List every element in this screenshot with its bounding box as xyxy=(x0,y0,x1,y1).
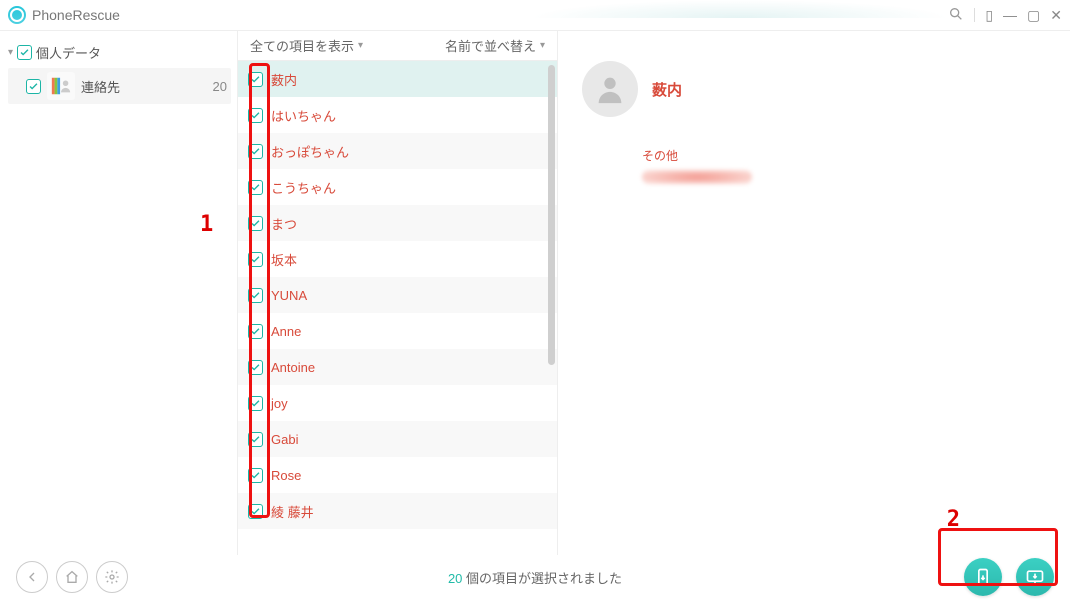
filter-dropdown[interactable]: 全ての項目を表示 ▾ xyxy=(250,36,363,55)
recover-to-device-button[interactable] xyxy=(964,558,1002,596)
title-bar: PhoneRescue ▯ — ▢ ✕ xyxy=(0,0,1070,30)
contact-name: 綾 藤井 xyxy=(271,502,314,521)
app-logo-icon xyxy=(8,6,26,24)
settings-button[interactable] xyxy=(96,561,128,593)
avatar xyxy=(582,61,638,117)
list-item[interactable]: はいちゃん xyxy=(238,97,557,133)
minimize-button[interactable]: — xyxy=(1003,8,1017,22)
contact-name: joy xyxy=(271,396,288,411)
home-button[interactable] xyxy=(56,561,88,593)
list-item[interactable]: YUNA xyxy=(238,277,557,313)
chevron-down-icon: ▾ xyxy=(8,47,13,58)
menu-icon[interactable]: ▯ xyxy=(985,8,993,22)
sidebar-item-contacts[interactable]: 連絡先 20 xyxy=(8,68,231,104)
tree-root[interactable]: ▾ 個人データ xyxy=(8,41,231,64)
checkbox[interactable] xyxy=(248,180,263,195)
contact-name: Rose xyxy=(271,468,301,483)
list-item[interactable]: 坂本 xyxy=(238,241,557,277)
list-item[interactable]: 薮内 xyxy=(238,61,557,97)
sort-dropdown[interactable]: 名前で並べ替え ▾ xyxy=(445,36,545,55)
list-item[interactable]: Antoine xyxy=(238,349,557,385)
checkbox[interactable] xyxy=(248,216,263,231)
list-item[interactable]: Rose xyxy=(238,457,557,493)
checkbox[interactable] xyxy=(248,144,263,159)
checkbox[interactable] xyxy=(248,432,263,447)
contact-name: 坂本 xyxy=(271,250,297,269)
checkbox[interactable] xyxy=(248,468,263,483)
sidebar: ▾ 個人データ 連絡先 20 xyxy=(0,31,238,555)
checkbox[interactable] xyxy=(17,45,32,60)
chevron-down-icon: ▾ xyxy=(540,40,545,51)
checkbox[interactable] xyxy=(248,504,263,519)
back-button[interactable] xyxy=(16,561,48,593)
divider xyxy=(974,8,975,22)
detail-value-blurred xyxy=(642,170,752,184)
sidebar-item-count: 20 xyxy=(213,79,227,94)
checkbox[interactable] xyxy=(248,288,263,303)
footer: 20 個の項目が選択されました xyxy=(0,554,1070,600)
app-name: PhoneRescue xyxy=(32,7,120,23)
detail-section-label: その他 xyxy=(642,147,1046,164)
checkbox[interactable] xyxy=(248,72,263,87)
status-suffix: 個の項目が選択されました xyxy=(462,571,622,586)
list-item[interactable]: Anne xyxy=(238,313,557,349)
search-icon[interactable] xyxy=(948,6,964,24)
contact-name: こうちゃん xyxy=(271,178,336,197)
checkbox[interactable] xyxy=(26,79,41,94)
checkbox[interactable] xyxy=(248,324,263,339)
detail-panel: 薮内 その他 xyxy=(558,31,1070,555)
contact-name: YUNA xyxy=(271,288,307,303)
close-button[interactable]: ✕ xyxy=(1050,8,1062,22)
list-item[interactable]: joy xyxy=(238,385,557,421)
list-item[interactable]: 綾 藤井 xyxy=(238,493,557,529)
checkbox[interactable] xyxy=(248,108,263,123)
maximize-button[interactable]: ▢ xyxy=(1027,8,1040,22)
list-item[interactable]: Gabi xyxy=(238,421,557,457)
list-body: 薮内はいちゃんおっぽちゃんこうちゃんまつ坂本 YUNA Anne Antoine joy… xyxy=(238,61,557,555)
contact-name: Antoine xyxy=(271,360,315,375)
recover-to-computer-button[interactable] xyxy=(1016,558,1054,596)
list-header: 全ての項目を表示 ▾ 名前で並べ替え ▾ xyxy=(238,31,557,61)
checkbox[interactable] xyxy=(248,396,263,411)
chevron-down-icon: ▾ xyxy=(358,40,363,51)
detail-name: 薮内 xyxy=(652,79,682,100)
contact-name: まつ xyxy=(271,214,297,233)
contact-name: はいちゃん xyxy=(271,106,336,125)
checkbox[interactable] xyxy=(248,252,263,267)
filter-label: 全ての項目を表示 xyxy=(250,36,354,55)
contact-name: Anne xyxy=(271,324,301,339)
contact-list: 全ての項目を表示 ▾ 名前で並べ替え ▾ 薮内はいちゃんおっぽちゃんこうちゃんま… xyxy=(238,31,558,555)
list-item[interactable]: こうちゃん xyxy=(238,169,557,205)
sort-label: 名前で並べ替え xyxy=(445,36,536,55)
sidebar-item-label: 連絡先 xyxy=(81,77,120,96)
contact-name: 薮内 xyxy=(271,70,297,89)
list-item[interactable]: おっぽちゃん xyxy=(238,133,557,169)
list-item[interactable]: まつ xyxy=(238,205,557,241)
contact-name: Gabi xyxy=(271,432,298,447)
contacts-icon xyxy=(47,72,75,100)
contact-name: おっぽちゃん xyxy=(271,142,349,161)
status-count: 20 xyxy=(448,571,462,586)
tree-root-label: 個人データ xyxy=(36,43,101,62)
checkbox[interactable] xyxy=(248,360,263,375)
scrollbar-thumb[interactable] xyxy=(548,65,555,365)
status-text: 20 個の項目が選択されました xyxy=(448,568,622,587)
